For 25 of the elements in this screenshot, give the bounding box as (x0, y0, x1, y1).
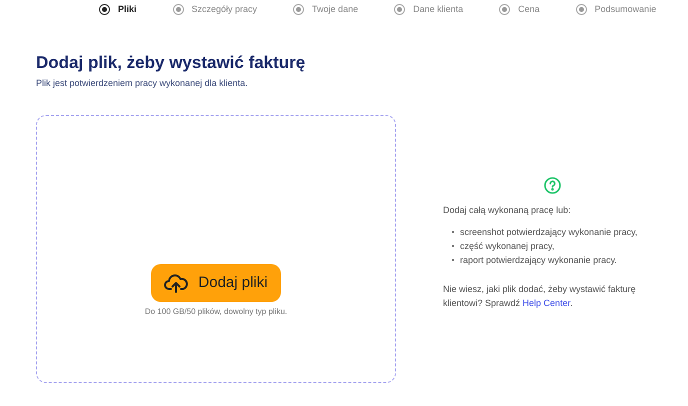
upload-hint: Do 100 GB/50 plików, dowolny typ pliku. (144, 306, 288, 318)
add-files-button[interactable]: Dodaj pliki (151, 264, 281, 302)
help-list-item: screenshot potwierdzający wykonanie pracy, (460, 226, 638, 239)
radio-icon (394, 4, 406, 15)
radio-icon (293, 4, 304, 15)
help-list-item: raport potwierdzający wykonanie pracy. (460, 254, 617, 267)
radio-icon (499, 4, 510, 15)
help-list-item: część wykonanej pracy, (460, 240, 554, 253)
help-icon (544, 176, 561, 194)
help-question: Nie wiesz, jaki plik dodać, żeby wystawić fakturę klientowi? Sprawdź Help Center. (443, 282, 637, 310)
step-tab[interactable]: Podsumowanie (576, 4, 656, 15)
page-heading: Dodaj plik, żeby wystawić fakturę (36, 52, 306, 74)
cloud-upload-icon (164, 272, 188, 293)
step-tab[interactable]: Twoje dane (293, 4, 358, 15)
step-tab[interactable]: Dane klienta (394, 4, 464, 15)
radio-icon (172, 4, 184, 15)
help-intro: Dodaj całą wykonaną pracę lub: (443, 204, 572, 217)
step-tab[interactable]: Pliki (99, 4, 137, 15)
step-tab[interactable]: Szczegóły pracy (172, 4, 258, 15)
drop-zone[interactable]: Dodaj pliki Do 100 GB/50 plików, dowolny typ pliku. (36, 114, 396, 383)
step-tab[interactable]: Cena (499, 4, 540, 15)
help-center-link[interactable]: Help Center (522, 298, 570, 308)
page-subtitle: Plik jest potwierdzeniem pracy wykonanej dla klienta. (36, 77, 249, 90)
radio-icon (99, 4, 110, 15)
radio-icon (576, 4, 587, 15)
